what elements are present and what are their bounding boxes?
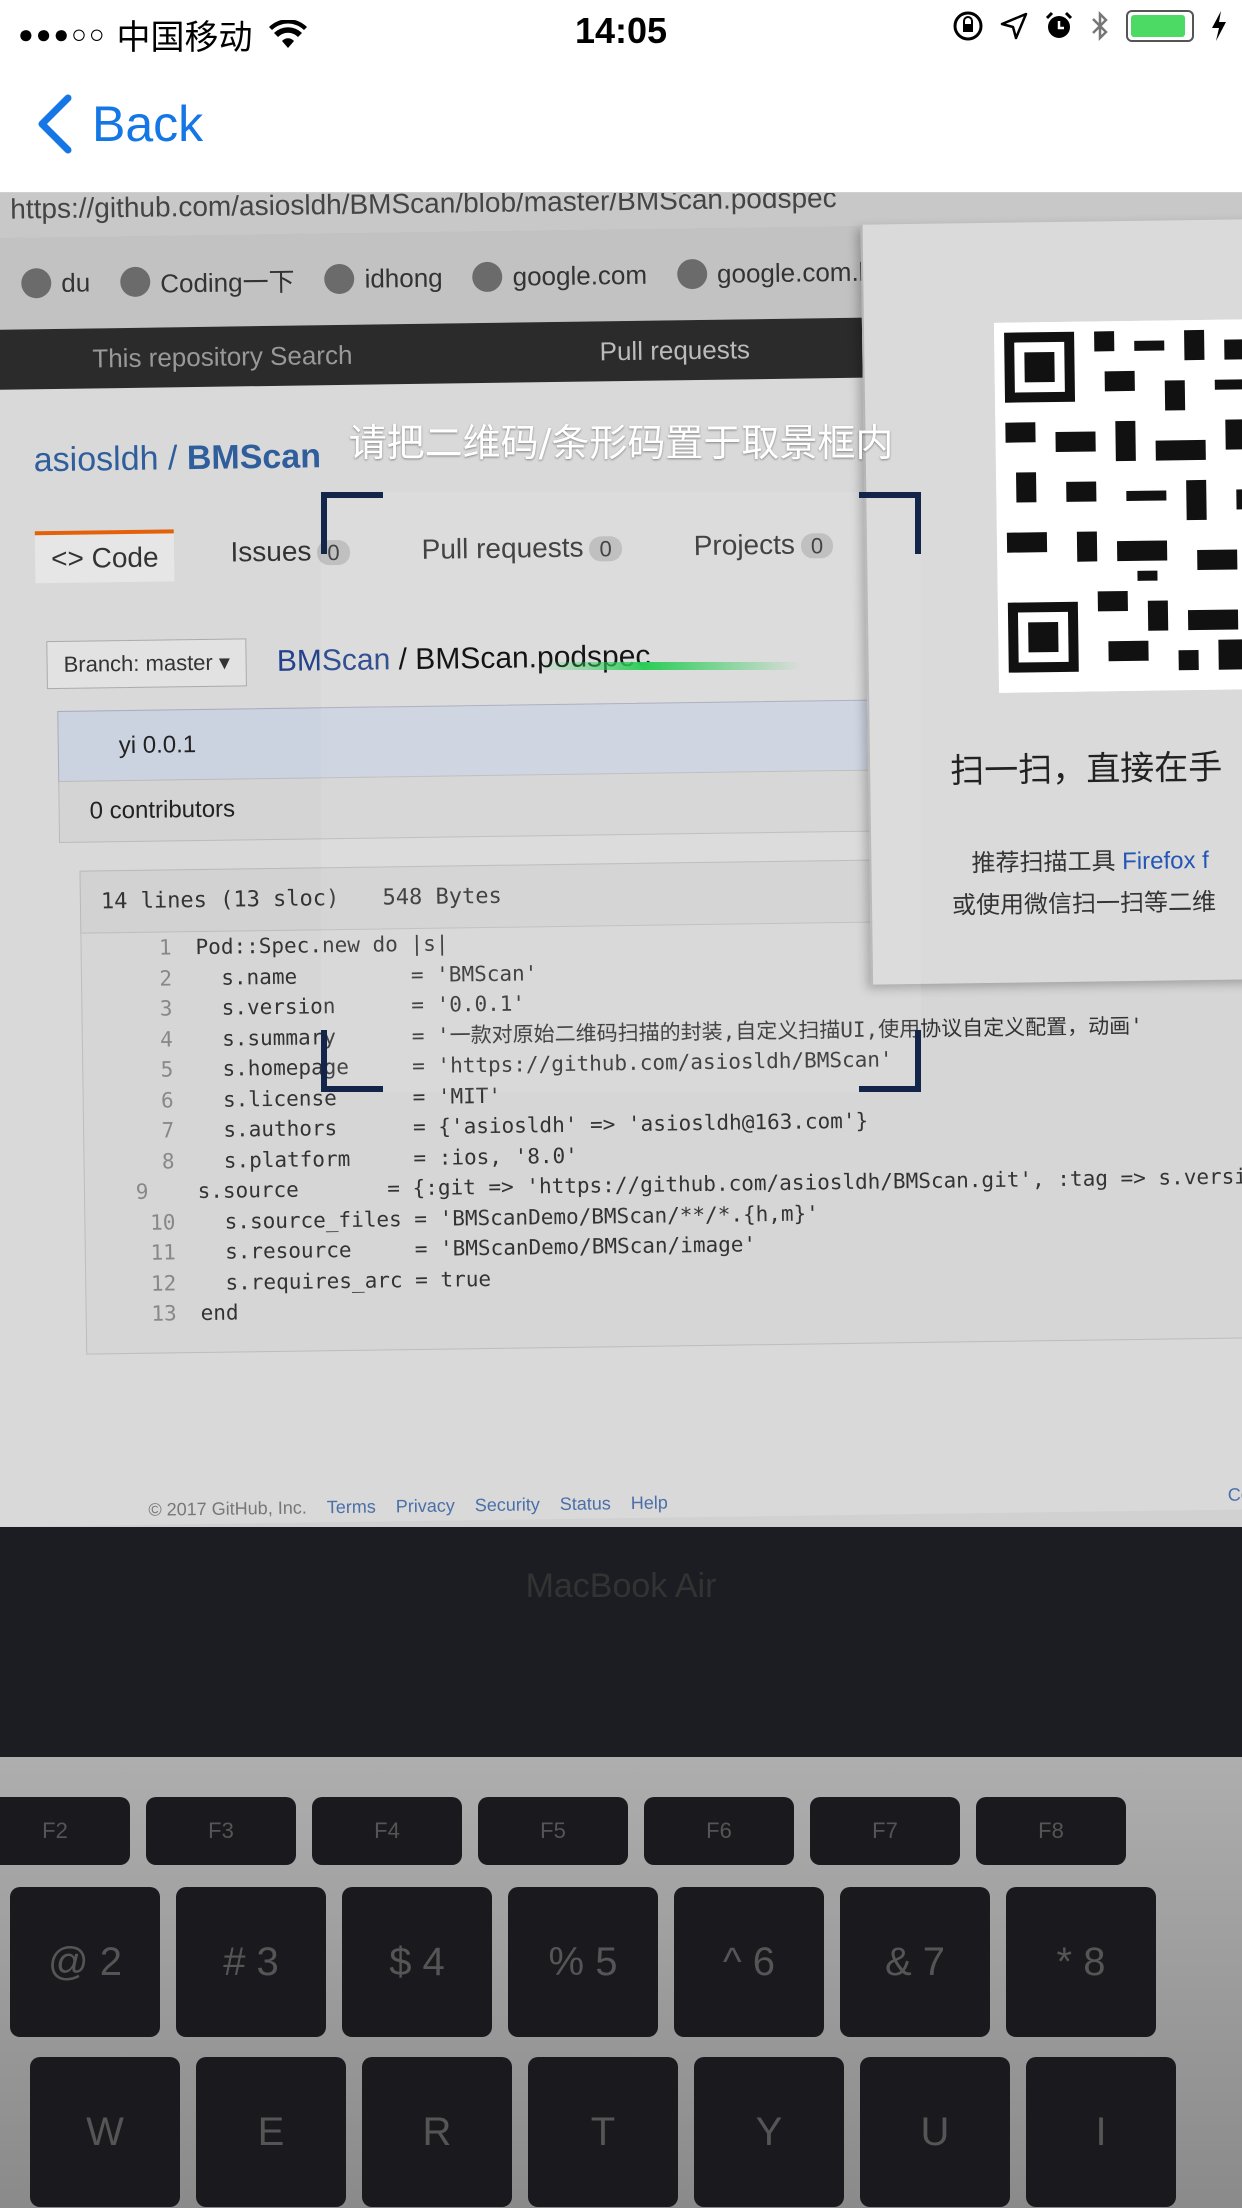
qr-recommend-label: 推荐扫描工具 — [971, 848, 1116, 878]
keyboard-key: * 8 — [1006, 1887, 1156, 2037]
navigation-bar: Back — [0, 60, 1242, 193]
branch-selector: Branch: master ▾ — [46, 638, 248, 690]
keyboard-key: F4 — [312, 1797, 462, 1865]
code-line-number: 6 — [160, 1087, 174, 1113]
photographed-keyboard: F2 F3 F4 F5 F6 F7 F8 @ 2 # 3 $ 4% 5 ^ 6 & 7 * 8 WER… — [0, 1757, 1242, 2208]
footer-link: Cont — [1227, 1484, 1242, 1505]
code-line-number: 9 — [135, 1179, 149, 1204]
code-line-number: 10 — [149, 1209, 176, 1235]
google-icon — [676, 258, 708, 290]
bookmark-label: google.com — [512, 259, 648, 292]
footer-link: Help — [630, 1492, 668, 1514]
bezel-label: MacBook Air — [525, 1567, 717, 1605]
keyboard-key: F5 — [478, 1797, 628, 1865]
qr-recommend-text: 推荐扫描工具 Firefox f — [971, 840, 1209, 878]
bookmark: google.com — [472, 259, 648, 293]
repo-tab: <> Code — [34, 529, 175, 584]
keyboard-key: I — [1026, 2057, 1176, 2207]
back-label: Back — [92, 96, 204, 152]
code-line-number: 13 — [151, 1301, 177, 1326]
charging-bolt-icon — [1212, 11, 1226, 41]
code-line-number: 2 — [159, 965, 173, 991]
keyboard-key: # 3 — [176, 1887, 326, 2037]
bookmark-label: du — [61, 266, 91, 298]
file-line-count: 14 lines (13 sloc) — [100, 886, 340, 915]
keyboard-key: F8 — [976, 1797, 1126, 1865]
repo-tab-label: <> Code — [50, 541, 159, 575]
code-line-number: 1 — [158, 935, 172, 960]
keyboard-key: F7 — [810, 1797, 960, 1865]
scan-frame-corner — [859, 492, 921, 554]
code-line-number: 7 — [161, 1118, 175, 1143]
code-line-number: 11 — [150, 1240, 176, 1265]
scan-line — [541, 662, 801, 670]
bookmark: Coding一下 — [119, 261, 295, 300]
bluetooth-icon — [1092, 10, 1108, 42]
qr-alt-text: 或使用微信扫一扫等二维 — [951, 888, 1217, 920]
footer-link: Status — [559, 1493, 611, 1515]
keyboard-key: T — [528, 2057, 678, 2207]
paw-icon — [21, 268, 52, 299]
photo-icon — [324, 263, 355, 295]
bookmark: idhong — [324, 262, 443, 295]
bookmark-label: google.com.l — [716, 256, 865, 289]
repo-tab-label: Issues — [230, 535, 312, 568]
scan-frame — [321, 492, 921, 1092]
keyboard-key: Y — [694, 2057, 844, 2207]
qr-firefox-link: Firefox f — [1121, 846, 1210, 876]
status-bar: ●●●○○ 中国移动 14:05 — [0, 0, 1242, 60]
code-line-text: s.requires_arc = true — [200, 1266, 492, 1295]
bookmark-label: idhong — [364, 262, 443, 294]
camera-preview: https://github.com/asiosldh/BMScan/blob/… — [0, 192, 1242, 2208]
scan-hint-text: 请把二维码/条形码置于取景框内 — [348, 421, 894, 465]
code-line-number: 3 — [159, 996, 173, 1021]
github-pull-requests-link: Pull requests — [599, 334, 751, 367]
code-line-number: 5 — [160, 1057, 174, 1082]
footer-link: Terms — [326, 1496, 376, 1518]
battery-fill — [1131, 15, 1185, 37]
orientation-lock-icon — [953, 11, 983, 41]
footer-copyright: © 2017 GitHub, Inc. — [148, 1497, 307, 1520]
keyboard-fn-row: F2 F3 F4 F5 F6 F7 F8 — [0, 1797, 1126, 1865]
keyboard-key: $ 4 — [342, 1887, 492, 2037]
qr-code-image — [993, 319, 1242, 693]
footer-link: Security — [474, 1494, 540, 1516]
qr-caption: 扫一扫，直接在手 — [949, 748, 1223, 791]
back-button[interactable]: Back — [36, 94, 203, 154]
status-right — [952, 10, 1228, 42]
keyboard-key: & 7 — [840, 1887, 990, 2037]
keyboard-number-row: @ 2 # 3 $ 4% 5 ^ 6 & 7 * 8 — [10, 1887, 1156, 2037]
scan-frame-corner — [321, 1030, 383, 1092]
keyboard-letter-row: WERTYUI — [30, 2057, 1176, 2207]
code-line-number: 4 — [160, 1026, 174, 1052]
keyboard-key: % 5 — [508, 1887, 658, 2037]
globe-icon — [119, 266, 151, 298]
keyboard-key: @ 2 — [10, 1887, 160, 2037]
code-line-number: 12 — [150, 1270, 177, 1296]
keyboard-key: F3 — [146, 1797, 296, 1865]
scan-frame-corner — [321, 492, 383, 554]
photographed-footer: © 2017 GitHub, Inc. Terms Privacy Securi… — [148, 1484, 1242, 1521]
bookmark: du — [21, 267, 90, 299]
keyboard-key: U — [860, 2057, 1010, 2207]
keyboard-key: F6 — [644, 1797, 794, 1865]
alarm-icon — [1045, 11, 1073, 38]
keyboard-key: E — [196, 2057, 346, 2207]
google-icon — [472, 261, 503, 293]
github-search-hint: This repository Search — [92, 339, 353, 374]
keyboard-key: ^ 6 — [674, 1887, 824, 2037]
chevron-left-icon — [38, 94, 72, 154]
location-icon — [1000, 12, 1028, 40]
keyboard-key: F2 — [0, 1797, 130, 1865]
footer-link: Privacy — [395, 1495, 455, 1517]
battery-icon — [1126, 10, 1194, 42]
code-line-text: end — [200, 1300, 239, 1326]
scan-frame-corner — [859, 1030, 921, 1092]
keyboard-key: W — [30, 2057, 180, 2207]
keyboard-key: R — [362, 2057, 512, 2207]
bookmark-label: Coding一下 — [160, 266, 295, 298]
code-line-number: 8 — [161, 1148, 175, 1174]
bookmark: google.com.l — [676, 256, 865, 290]
photographed-laptop-bezel: MacBook Air — [0, 1527, 1242, 1757]
